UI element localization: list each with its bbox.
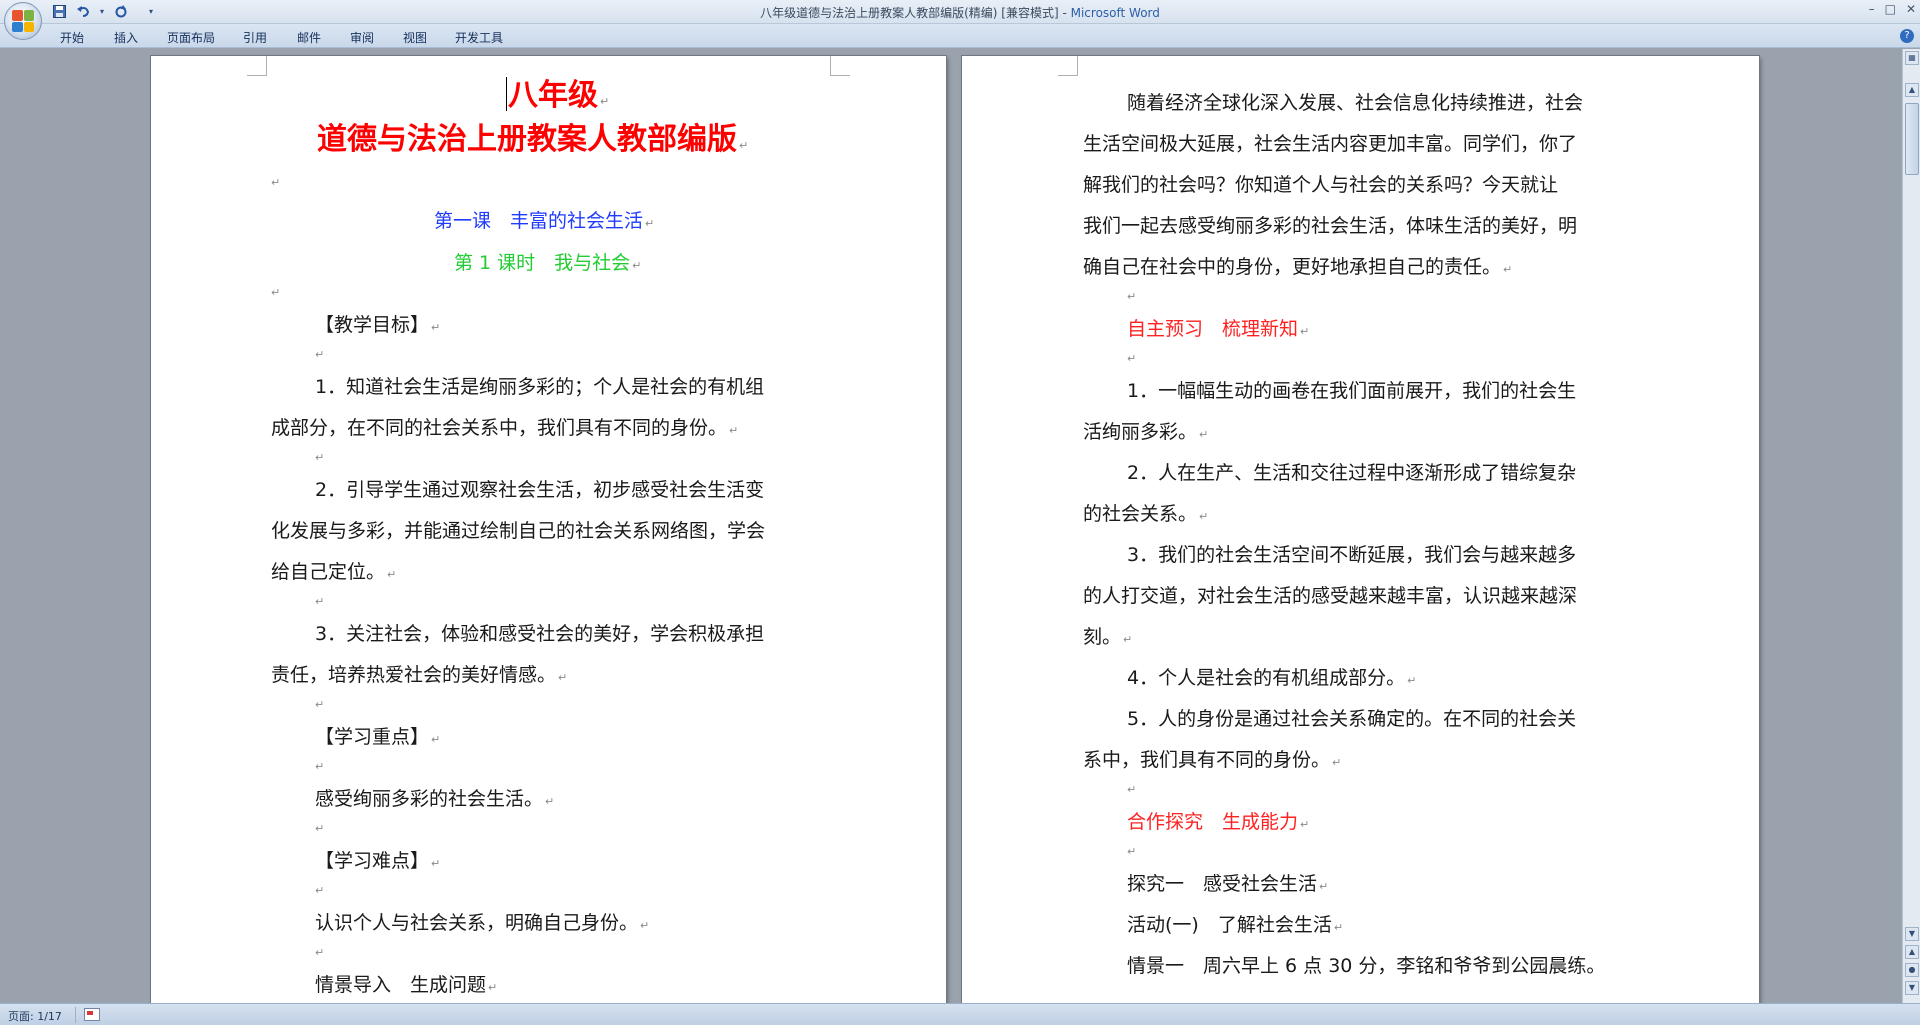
scrollbar-thumb[interactable] (1905, 103, 1919, 175)
paragraph-mark: ↵ (315, 595, 325, 608)
preview-item-1-line-a[interactable]: 1．一幅幅生动的画卷在我们面前展开，我们的社会生 (1127, 376, 1576, 403)
objective-1-line-a[interactable]: 1．知道社会生活是绚丽多彩的；个人是社会的有机组 (315, 372, 764, 399)
paragraph-mark: ↵ (271, 286, 281, 299)
office-button[interactable] (4, 2, 42, 40)
crop-mark (247, 56, 267, 76)
preview-item-5-line-b[interactable]: 系中，我们具有不同的身份。 ↵ (1083, 745, 1341, 772)
crop-mark (830, 56, 850, 76)
title-bar: ▾ ▾ 八年级道德与法治上册教案人教部编版(精编) [兼容模式] - Micro… (0, 0, 1920, 24)
scroll-up-icon[interactable]: ▲ (1905, 83, 1919, 97)
paragraph-mark: ↵ (271, 176, 281, 189)
objective-2-line-b[interactable]: 化发展与多彩，并能通过绘制自己的社会关系网络图，学会 (271, 516, 765, 543)
intro-paragraph-line-e[interactable]: 确自己在社会中的身份，更好地承担自己的责任。 ↵ (1083, 252, 1512, 279)
close-button[interactable]: ✕ (1906, 2, 1916, 16)
proofing-icon[interactable] (84, 1008, 100, 1021)
objective-3-line-b[interactable]: 责任，培养热爱社会的美好情感。 ↵ (271, 660, 567, 687)
tab-page-layout[interactable]: 页面布局 (167, 29, 215, 46)
tab-mailings[interactable]: 邮件 (297, 29, 321, 46)
paragraph-mark: ↵ (315, 946, 325, 959)
paragraph-mark: ↵ (315, 760, 325, 773)
paragraph-mark: ↵ (315, 884, 325, 897)
preview-item-3-line-a[interactable]: 3．我们的社会生活空间不断延展，我们会与越来越多 (1127, 540, 1576, 567)
objective-3-line-a[interactable]: 3．关注社会，体验和感受社会的美好，学会积极承担 (315, 619, 764, 646)
browse-object-icon[interactable]: ● (1905, 963, 1919, 977)
lesson-heading[interactable]: 第一课 丰富的社会生活 ↵ (434, 206, 654, 233)
preview-item-3-line-b[interactable]: 的人打交道，对社会生活的感受越来越丰富，认识越来越深 (1083, 581, 1577, 608)
objectives-heading[interactable]: 【教学目标】 ↵ (315, 310, 440, 337)
paragraph-mark: ↵ (315, 698, 325, 711)
maximize-button[interactable]: □ (1885, 2, 1896, 16)
intro-paragraph-line-a[interactable]: 随着经济全球化深入发展、社会信息化持续推进，社会 (1127, 88, 1583, 115)
difficulty-text[interactable]: 认识个人与社会关系，明确自己身份。 ↵ (315, 908, 649, 935)
preview-item-1-line-b[interactable]: 活绚丽多彩。 ↵ (1083, 417, 1208, 444)
preview-item-3-line-c[interactable]: 刻。 ↵ (1083, 622, 1132, 649)
ruler-toggle-icon[interactable]: ▦ (1905, 51, 1919, 65)
paragraph-mark: ↵ (1127, 845, 1137, 858)
tab-references[interactable]: 引用 (243, 29, 267, 46)
period-heading[interactable]: 第 1 课时 我与社会 ↵ (454, 248, 641, 275)
difficulty-heading[interactable]: 【学习难点】 ↵ (315, 846, 440, 873)
intro-paragraph-line-d[interactable]: 我们一起去感受绚丽多彩的社会生活，体味生活的美好，明 (1083, 211, 1577, 238)
page-2[interactable]: 随着经济全球化深入发展、社会信息化持续推进，社会 生活空间极大延展，社会生活内容… (962, 56, 1759, 1003)
paragraph-mark: ↵ (1127, 352, 1137, 365)
paragraph-mark: ↵ (315, 822, 325, 835)
status-bar: 页面: 1/17 (0, 1003, 1920, 1025)
paragraph-mark: ↵ (315, 451, 325, 464)
intro-paragraph-line-b[interactable]: 生活空间极大延展，社会生活内容更加丰富。同学们，你了 (1083, 129, 1577, 156)
paragraph-mark: ↵ (1127, 290, 1137, 303)
scene-1-text[interactable]: 情景一 周六早上 6 点 30 分，李铭和爷爷到公园晨练。 (1127, 951, 1605, 978)
doc-title-line2[interactable]: 道德与法治上册教案人教部编版 ↵ (317, 114, 748, 158)
vertical-scrollbar[interactable]: ▦ ▲ ▼ ▲ ● ▼ (1902, 49, 1920, 1003)
intro-heading[interactable]: 情景导入 生成问题 ↵ (315, 970, 497, 997)
key-points-heading[interactable]: 【学习重点】 ↵ (315, 722, 440, 749)
key-points-text[interactable]: 感受绚丽多彩的社会生活。 ↵ (315, 784, 554, 811)
next-page-icon[interactable]: ▼ (1905, 981, 1919, 995)
preview-heading[interactable]: 自主预习 梳理新知 ↵ (1127, 314, 1309, 341)
ribbon-tabs: 开始 插入 页面布局 引用 邮件 审阅 视图 开发工具 ? (0, 24, 1920, 48)
preview-item-5-line-a[interactable]: 5．人的身份是通过社会关系确定的。在不同的社会关 (1127, 704, 1576, 731)
objective-2-line-a[interactable]: 2．引导学生通过观察社会生活，初步感受社会生活变 (315, 475, 764, 502)
doc-title-line1[interactable]: 八年级 ↵ (506, 70, 609, 114)
office-logo-icon (12, 10, 34, 32)
previous-page-icon[interactable]: ▲ (1905, 945, 1919, 959)
objective-1-line-b[interactable]: 成部分，在不同的社会关系中，我们具有不同的身份。 ↵ (271, 413, 738, 440)
preview-item-2-line-b[interactable]: 的社会关系。 ↵ (1083, 499, 1208, 526)
cooperation-heading[interactable]: 合作探究 生成能力 ↵ (1127, 807, 1309, 834)
paragraph-mark: ↵ (1127, 783, 1137, 796)
minimize-button[interactable]: – (1869, 2, 1875, 16)
preview-item-4[interactable]: 4．个人是社会的有机组成部分。 ↵ (1127, 663, 1416, 690)
scroll-down-icon[interactable]: ▼ (1905, 927, 1919, 941)
window-controls: – □ ✕ (1869, 2, 1916, 16)
help-icon[interactable]: ? (1900, 29, 1914, 43)
crop-mark (1058, 56, 1078, 76)
tab-review[interactable]: 审阅 (350, 29, 374, 46)
tab-developer[interactable]: 开发工具 (455, 29, 503, 46)
tab-home[interactable]: 开始 (60, 29, 84, 46)
text-cursor (506, 77, 507, 111)
tab-view[interactable]: 视图 (403, 29, 427, 46)
objective-2-line-c[interactable]: 给自己定位。 ↵ (271, 557, 396, 584)
activity-1-heading[interactable]: 活动(一) 了解社会生活 ↵ (1127, 910, 1343, 937)
window-title: 八年级道德与法治上册教案人教部编版(精编) [兼容模式] - Microsoft… (760, 6, 1160, 20)
status-divider (75, 1007, 76, 1023)
document-area[interactable]: 八年级 ↵ 道德与法治上册教案人教部编版 ↵ ↵ 第一课 丰富的社会生活 ↵ 第 1 … (0, 49, 1902, 1003)
intro-paragraph-line-c[interactable]: 解我们的社会吗？你知道个人与社会的关系吗？今天就让 (1083, 170, 1558, 197)
paragraph-mark: ↵ (315, 348, 325, 361)
explore-1-heading[interactable]: 探究一 感受社会生活 ↵ (1127, 869, 1328, 896)
preview-item-2-line-a[interactable]: 2．人在生产、生活和交往过程中逐渐形成了错综复杂 (1127, 458, 1576, 485)
page-1[interactable]: 八年级 ↵ 道德与法治上册教案人教部编版 ↵ ↵ 第一课 丰富的社会生活 ↵ 第 1 … (151, 56, 946, 1003)
tab-insert[interactable]: 插入 (114, 29, 138, 46)
page-counter[interactable]: 页面: 1/17 (8, 1008, 62, 1024)
